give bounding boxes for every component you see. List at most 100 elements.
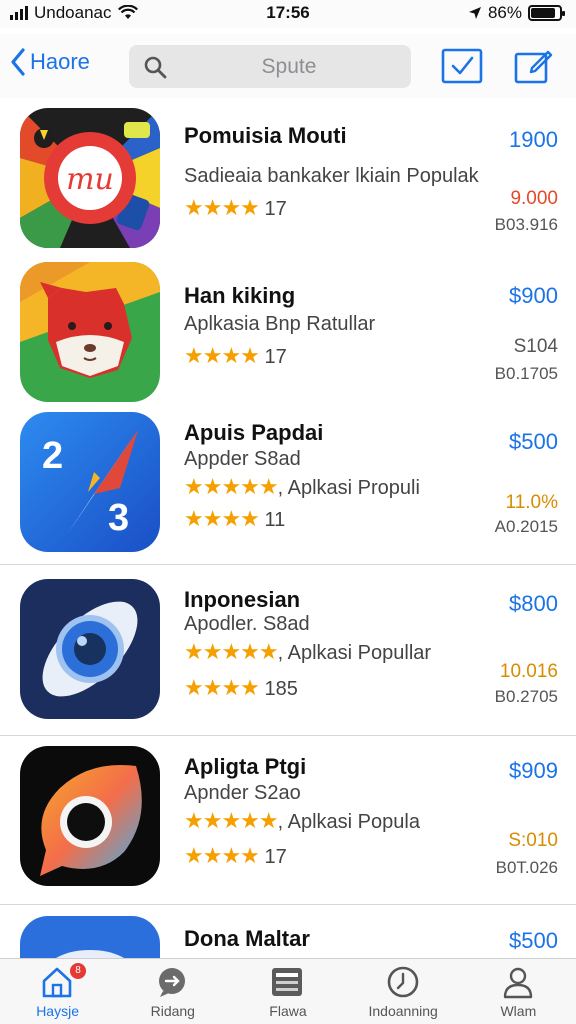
tab-label: Wlam	[500, 1003, 537, 1019]
rating: ★★★★ 17	[184, 343, 287, 369]
app-code: B0.1705	[494, 364, 558, 383]
row-divider	[0, 735, 576, 736]
alt-price: S104	[513, 336, 558, 357]
tab-home[interactable]: 8 Haysje	[0, 959, 115, 1024]
search-icon	[144, 56, 167, 79]
alt-price: S:010	[508, 830, 558, 851]
search-input[interactable]	[179, 45, 399, 88]
rating-count: 185	[264, 678, 298, 700]
star-rating-icon: ★★★★★	[184, 474, 279, 499]
price-button[interactable]: $900	[509, 283, 558, 309]
back-label: Haore	[30, 49, 90, 74]
rating: ★★★★ 11	[184, 506, 285, 532]
app-icon	[20, 746, 160, 886]
star-rating-icon: ★★★★★	[184, 639, 279, 664]
app-subtitle: Appder S8ad	[184, 448, 301, 470]
app-subtitle: Aplkasia Bnp Ratullar	[184, 313, 376, 335]
app-icon: 2 3	[20, 412, 160, 552]
tagline: ★★★★★, Aplkasi Popullar	[184, 639, 431, 665]
rating-count: 17	[264, 846, 287, 868]
tagline: ★★★★★, Aplkasi Popula	[184, 808, 420, 834]
app-icon	[20, 262, 160, 402]
app-subtitle: Apnder S2ao	[184, 782, 301, 804]
star-rating-icon: ★★★★	[184, 675, 260, 700]
list-item[interactable]: 2 3 Apuis Papdai Appder S8ad ★★★★★, Aplk…	[0, 412, 576, 562]
eye-app-icon	[20, 916, 160, 958]
star-rating-icon: ★★★★	[184, 343, 260, 368]
price-button[interactable]: $800	[509, 591, 558, 617]
compose-icon[interactable]	[514, 48, 554, 84]
alt-price: 11.0%	[505, 492, 558, 513]
tagline-text: , Aplkasi Propuli	[277, 477, 420, 499]
price-button[interactable]: 1900	[509, 127, 558, 153]
app-icon: mu	[20, 108, 160, 248]
star-rating-icon: ★★★★	[184, 843, 260, 868]
status-bar: Undoanac 17:56 86%	[0, 0, 576, 28]
rating-count: 17	[264, 346, 287, 368]
list-card-icon	[272, 968, 303, 996]
list-item[interactable]: Han kiking Aplkasia Bnp Ratullar ★★★★ 17…	[0, 262, 576, 412]
compass-app-icon: 2 3	[20, 412, 160, 552]
app-title: Han kiking	[184, 283, 296, 308]
svg-text:2: 2	[42, 435, 63, 477]
chat-lens-app-icon	[20, 746, 160, 886]
tab-bar: 8 Haysje Ridang Flawa Indoanning Wlam	[0, 958, 576, 1024]
tab-flawa[interactable]: Flawa	[230, 959, 345, 1024]
tab-label: Haysje	[36, 1003, 79, 1019]
orbit-app-icon	[20, 579, 160, 719]
svg-text:mu: mu	[66, 162, 114, 197]
star-rating-icon: ★★★★	[184, 506, 260, 531]
tab-label: Ridang	[150, 1003, 195, 1019]
search-bar[interactable]	[129, 45, 411, 88]
alt-price: 10.016	[499, 661, 558, 682]
alt-price: 9.000	[510, 188, 558, 209]
fox-app-icon	[20, 262, 160, 402]
notification-badge: 8	[70, 963, 86, 979]
person-icon	[503, 967, 532, 999]
app-subtitle: Sadieaia bankaker lkiain Populak	[184, 165, 479, 187]
list-item[interactable]: Inponesian Apodler. S8ad ★★★★★, Aplkasi …	[0, 579, 576, 729]
battery-percent: 86%	[487, 3, 522, 22]
list-item[interactable]: Apligta Ptgi Apnder S2ao ★★★★★, Aplkasi …	[0, 746, 576, 896]
rating: ★★★★ 17	[184, 195, 287, 221]
app-code: B0.2705	[494, 687, 558, 706]
back-button[interactable]: Haore	[10, 48, 90, 76]
app-title: Inponesian	[184, 587, 301, 612]
price-button[interactable]: $500	[509, 429, 558, 455]
tagline-text: , Aplkasi Popula	[277, 811, 420, 833]
home-icon	[42, 967, 72, 998]
app-code: B03.916	[494, 215, 558, 234]
app-title: Apligta Ptgi	[184, 754, 307, 779]
mu-app-icon: mu	[20, 108, 160, 248]
chat-bubble-icon	[159, 968, 186, 997]
app-title: Pomuisia Mouti	[184, 123, 347, 148]
app-subtitle: Apodler. S8ad	[184, 613, 310, 635]
app-icon	[20, 579, 160, 719]
chevron-left-icon	[11, 48, 25, 76]
app-icon	[20, 916, 160, 958]
rating: ★★★★ 185	[184, 675, 298, 701]
tagline-text: , Aplkasi Popullar	[277, 642, 432, 664]
nav-bar: Haore	[0, 34, 576, 98]
list-item[interactable]: Dona Maltar $500	[0, 916, 576, 958]
rating: ★★★★ 17	[184, 843, 287, 869]
tagline: ★★★★★, Aplkasi Propuli	[184, 474, 420, 500]
app-code: B0T.026	[495, 858, 558, 877]
row-divider	[0, 904, 576, 905]
tab-ridang[interactable]: Ridang	[115, 959, 230, 1024]
inbox-check-icon[interactable]	[441, 48, 483, 84]
price-button[interactable]: $909	[509, 758, 558, 784]
battery-icon	[528, 5, 565, 21]
tab-label: Indoanning	[368, 1003, 438, 1019]
clock-icon	[387, 966, 418, 998]
price-button[interactable]: $500	[509, 928, 558, 954]
app-list: mu Pomuisia Mouti Sadieaia bankaker lkia…	[0, 100, 576, 958]
section-divider	[0, 564, 576, 565]
svg-text:3: 3	[108, 497, 129, 539]
tab-indoanning[interactable]: Indoanning	[346, 959, 461, 1024]
list-item[interactable]: mu Pomuisia Mouti Sadieaia bankaker lkia…	[0, 108, 576, 258]
tab-wlam[interactable]: Wlam	[461, 959, 576, 1024]
tab-label: Flawa	[269, 1003, 307, 1019]
location-arrow-icon	[468, 7, 481, 19]
status-right: 86%	[468, 3, 565, 23]
